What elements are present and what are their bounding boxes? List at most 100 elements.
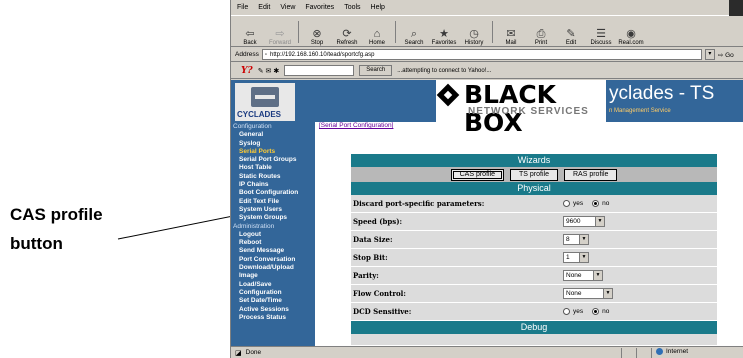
yahoo-search-input[interactable] — [284, 65, 355, 76]
history-button[interactable]: ◷ History — [459, 18, 489, 46]
physical-row: Stop Bit: 1 ▼ — [351, 249, 717, 267]
physical-row: Speed (bps): 9600 ▼ — [351, 213, 717, 231]
toolbar-button-label: History — [464, 40, 484, 46]
sidebar-item-logout[interactable]: Logout — [233, 231, 315, 239]
sidebar-nav: Configuration General Syslog Serial Ports Se… — [231, 122, 315, 346]
yahoo-tools-icons[interactable]: ✎ ✉ ✱ — [258, 67, 280, 75]
chevron-down-icon: ▼ — [579, 253, 588, 262]
wizards-button-row: CAS profile TS profile RAS profile — [351, 167, 717, 182]
physical-row: DCD Sensitive: yes no — [351, 303, 717, 321]
radio-yes[interactable] — [563, 200, 570, 207]
sidebar-item-load-save[interactable]: Load/Save — [233, 281, 315, 289]
back-button[interactable]: ⇦ Back — [235, 18, 265, 46]
toolbar-separator — [298, 21, 299, 43]
yahoo-search-button[interactable]: Search — [359, 65, 393, 76]
radio-label: no — [602, 308, 610, 315]
refresh-button[interactable]: ⟳ Refresh — [332, 18, 362, 46]
radio-no[interactable] — [592, 200, 600, 207]
field-control: yes no — [563, 200, 615, 207]
cas-profile-button[interactable]: CAS profile — [450, 168, 505, 181]
select-field[interactable]: 9600 ▼ — [563, 216, 605, 227]
menu-favorites[interactable]: Favorites — [305, 4, 334, 11]
field-control: yes no — [563, 308, 615, 315]
toolbar-button-label: Real.com — [618, 40, 644, 46]
physical-row: Parity: None ▼ — [351, 267, 717, 285]
sidebar-item-system-users[interactable]: System Users — [233, 206, 315, 214]
ras-profile-button[interactable]: RAS profile — [563, 168, 618, 181]
sidebar-item-serial-port-groups[interactable]: Serial Port Groups — [233, 156, 315, 164]
toolbar-button-label: Edit — [565, 40, 577, 46]
menu-file[interactable]: File — [237, 4, 248, 11]
page-content: CYCLADES BLACK BOX NETWORK SERVICES ycla… — [231, 80, 743, 346]
radio-no[interactable] — [592, 308, 600, 315]
refresh-icon: ⟳ — [342, 28, 352, 40]
realcom-icon: ◉ — [626, 28, 636, 40]
sidebar-item-system-groups[interactable]: System Groups — [233, 214, 315, 222]
menu-view[interactable]: View — [280, 4, 295, 11]
yahoo-companion-bar: Y? ✎ ✉ ✱ Search ...attempting to connect… — [231, 63, 743, 79]
forward-button[interactable]: ⇨ Forward — [265, 18, 295, 46]
field-control: 9600 ▼ — [563, 216, 605, 227]
debug-row-partial — [351, 334, 717, 346]
toolbar-button-label: Discuss — [590, 40, 612, 46]
radio-label: yes — [573, 200, 584, 207]
black-box-subtitle: NETWORK SERVICES — [468, 106, 589, 117]
address-label: Address — [235, 51, 259, 58]
edit-button[interactable]: ✎ Edit — [556, 18, 586, 46]
yahoo-logo-icon[interactable]: Y? — [241, 66, 253, 76]
home-button[interactable]: ⌂ Home — [362, 18, 392, 46]
sidebar-item-syslog[interactable]: Syslog — [233, 140, 315, 148]
favorites-button[interactable]: ★ Favorites — [429, 18, 459, 46]
black-box-logo: BLACK BOX NETWORK SERVICES — [436, 80, 606, 137]
sidebar-item-boot-configuration[interactable]: Boot Configuration — [233, 189, 315, 197]
select-value: 8 — [566, 236, 570, 243]
menu-tools[interactable]: Tools — [344, 4, 360, 11]
real-com-button[interactable]: ◉ Real.com — [616, 18, 646, 46]
select-field[interactable]: None ▼ — [563, 270, 603, 281]
sidebar-item-download-upload[interactable]: Download/Upload — [233, 264, 315, 272]
select-field[interactable]: 1 ▼ — [563, 252, 589, 263]
select-field[interactable]: 8 ▼ — [563, 234, 589, 245]
go-button[interactable]: ⇨ Go — [718, 51, 734, 59]
search-button[interactable]: ⌕ Search — [399, 18, 429, 46]
sidebar-item-image[interactable]: Image — [233, 272, 315, 280]
zone-label: Internet — [666, 348, 689, 355]
discuss-button[interactable]: ☰ Discuss — [586, 18, 616, 46]
sidebar-item-active-sessions[interactable]: Active Sessions — [233, 306, 315, 314]
print-button[interactable]: ⎙ Print — [526, 18, 556, 46]
menu-help[interactable]: Help — [371, 4, 385, 11]
sidebar-item-send-message[interactable]: Send Message — [233, 247, 315, 255]
select-value: None — [566, 272, 582, 279]
field-label: Flow Control: — [353, 289, 406, 298]
sidebar-item-ip-chains[interactable]: IP Chains — [233, 181, 315, 189]
field-label: Speed (bps): — [353, 217, 403, 226]
sidebar-item-set-date-time[interactable]: Set Date/Time — [233, 297, 315, 305]
radio-yes[interactable] — [563, 308, 570, 315]
toolbar-button-label: Back — [243, 40, 257, 46]
chevron-down-icon: ▼ — [579, 235, 588, 244]
sidebar-item-reboot[interactable]: Reboot — [233, 239, 315, 247]
sidebar-section-heading: Administration — [233, 222, 275, 230]
sidebar-item-configuration[interactable]: Configuration — [233, 289, 315, 297]
breadcrumb-link[interactable]: [Serial Port Configuration] — [319, 122, 393, 129]
sidebar-item-process-status[interactable]: Process Status — [233, 314, 315, 322]
ts-profile-button[interactable]: TS profile — [510, 168, 558, 181]
favorites-icon: ★ — [439, 28, 449, 40]
page-banner: CYCLADES BLACK BOX NETWORK SERVICES ycla… — [231, 80, 743, 137]
sidebar-item-static-routes[interactable]: Static Routes — [233, 173, 315, 181]
sidebar-item-edit-text-file[interactable]: Edit Text File — [233, 198, 315, 206]
select-field[interactable]: None ▼ — [563, 288, 613, 299]
menu-edit[interactable]: Edit — [258, 4, 270, 11]
back-arrow-icon: ⇦ — [245, 28, 255, 40]
address-input[interactable]: ▫ http://192.168.160.10/tead/sportcfg.as… — [261, 49, 702, 60]
sidebar-item-serial-ports[interactable]: Serial Ports — [233, 148, 315, 156]
sidebar-item-host-table[interactable]: Host Table — [233, 164, 315, 172]
status-bar: ◪ Done Internet — [231, 346, 743, 358]
windows-logo-icon — [729, 0, 743, 16]
mail-button[interactable]: ✉ Mail — [496, 18, 526, 46]
sidebar-item-port-conversation[interactable]: Port Conversation — [233, 256, 315, 264]
stop-button[interactable]: ⊗ Stop — [302, 18, 332, 46]
field-label: Data Size: — [353, 235, 393, 244]
sidebar-item-general[interactable]: General — [233, 131, 315, 139]
address-dropdown-button[interactable]: ▾ — [704, 49, 715, 60]
